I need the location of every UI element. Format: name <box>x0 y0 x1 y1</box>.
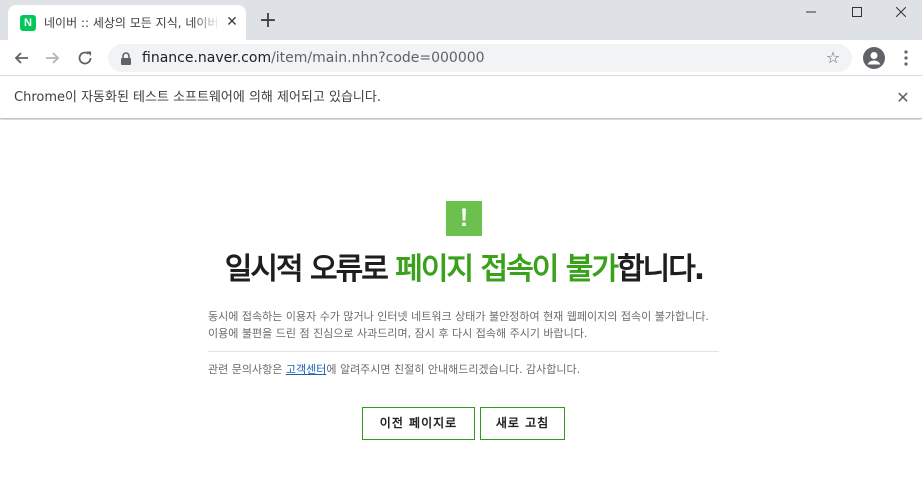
customer-center-link[interactable]: 고객센터 <box>286 363 326 376</box>
forward-arrow-icon[interactable] <box>41 46 65 70</box>
title-highlight: 페이지 접속이 불가 <box>395 252 619 287</box>
exclamation-icon: ! <box>446 201 482 236</box>
reload-icon[interactable] <box>73 46 97 70</box>
window-close-icon[interactable] <box>880 0 922 24</box>
close-icon[interactable]: ✕ <box>224 14 240 30</box>
kebab-menu-icon[interactable] <box>894 46 918 70</box>
browser-toolbar: finance.naver.com/item/main.nhn?code=000… <box>0 40 922 76</box>
naver-favicon-icon: N <box>20 15 36 31</box>
contact-prefix: 관련 문의사항은 <box>208 363 286 376</box>
description-line: 이용에 불편을 드린 점 진심으로 사과드리며, 잠시 후 다시 접속해 주시기… <box>208 327 588 340</box>
url-text[interactable]: finance.naver.com/item/main.nhn?code=000… <box>142 49 485 67</box>
divider <box>208 351 719 352</box>
browser-tab[interactable]: N 네이버 :: 세상의 모든 지식, 네이버 ✕ <box>8 5 246 40</box>
url-host: finance.naver.com <box>142 50 272 66</box>
plus-icon[interactable]: + <box>256 9 280 33</box>
lock-icon[interactable] <box>120 51 134 65</box>
star-icon[interactable]: ☆ <box>824 49 842 67</box>
back-arrow-icon[interactable] <box>9 46 33 70</box>
previous-page-button[interactable]: 이전 페이지로 <box>362 407 475 440</box>
minimize-icon[interactable] <box>788 0 834 24</box>
reload-button[interactable]: 새로 고침 <box>480 407 565 440</box>
profile-icon[interactable] <box>862 46 886 70</box>
contact-suffix: 에 알려주시면 친절히 안내해드리겠습니다. 감사합니다. <box>326 363 581 376</box>
page-content: ! 일시적 오류로 페이지 접속이 불가합니다. 동시에 접속하는 이용자 수가… <box>0 120 922 479</box>
url-path: /item/main.nhn?code=000000 <box>271 50 485 66</box>
tab-title-fade <box>194 13 220 33</box>
maximize-icon[interactable] <box>834 0 880 24</box>
infobar-message: Chrome이 자동화된 테스트 소프트웨어에 의해 제어되고 있습니다. <box>14 90 381 105</box>
address-bar[interactable]: finance.naver.com/item/main.nhn?code=000… <box>108 44 852 72</box>
page-title: 일시적 오류로 페이지 접속이 불가합니다. <box>0 250 922 290</box>
contact-notice: 관련 문의사항은 고객센터에 알려주시면 친절히 안내해드리겠습니다. 감사합니… <box>208 361 768 378</box>
error-description: 동시에 접속하는 이용자 수가 많거나 인터넷 네트워크 상태가 불안정하여 현… <box>208 308 768 342</box>
title-text-2: 합니다. <box>617 252 705 287</box>
tab-strip: N 네이버 :: 세상의 모든 지식, 네이버 ✕ + <box>0 0 922 40</box>
title-text-1: 일시적 오류로 <box>224 252 396 287</box>
automation-infobar: Chrome이 자동화된 테스트 소프트웨어에 의해 제어되고 있습니다. ✕ <box>0 77 922 119</box>
close-icon[interactable]: ✕ <box>894 89 912 107</box>
description-line: 동시에 접속하는 이용자 수가 많거나 인터넷 네트워크 상태가 불안정하여 현… <box>208 310 709 323</box>
